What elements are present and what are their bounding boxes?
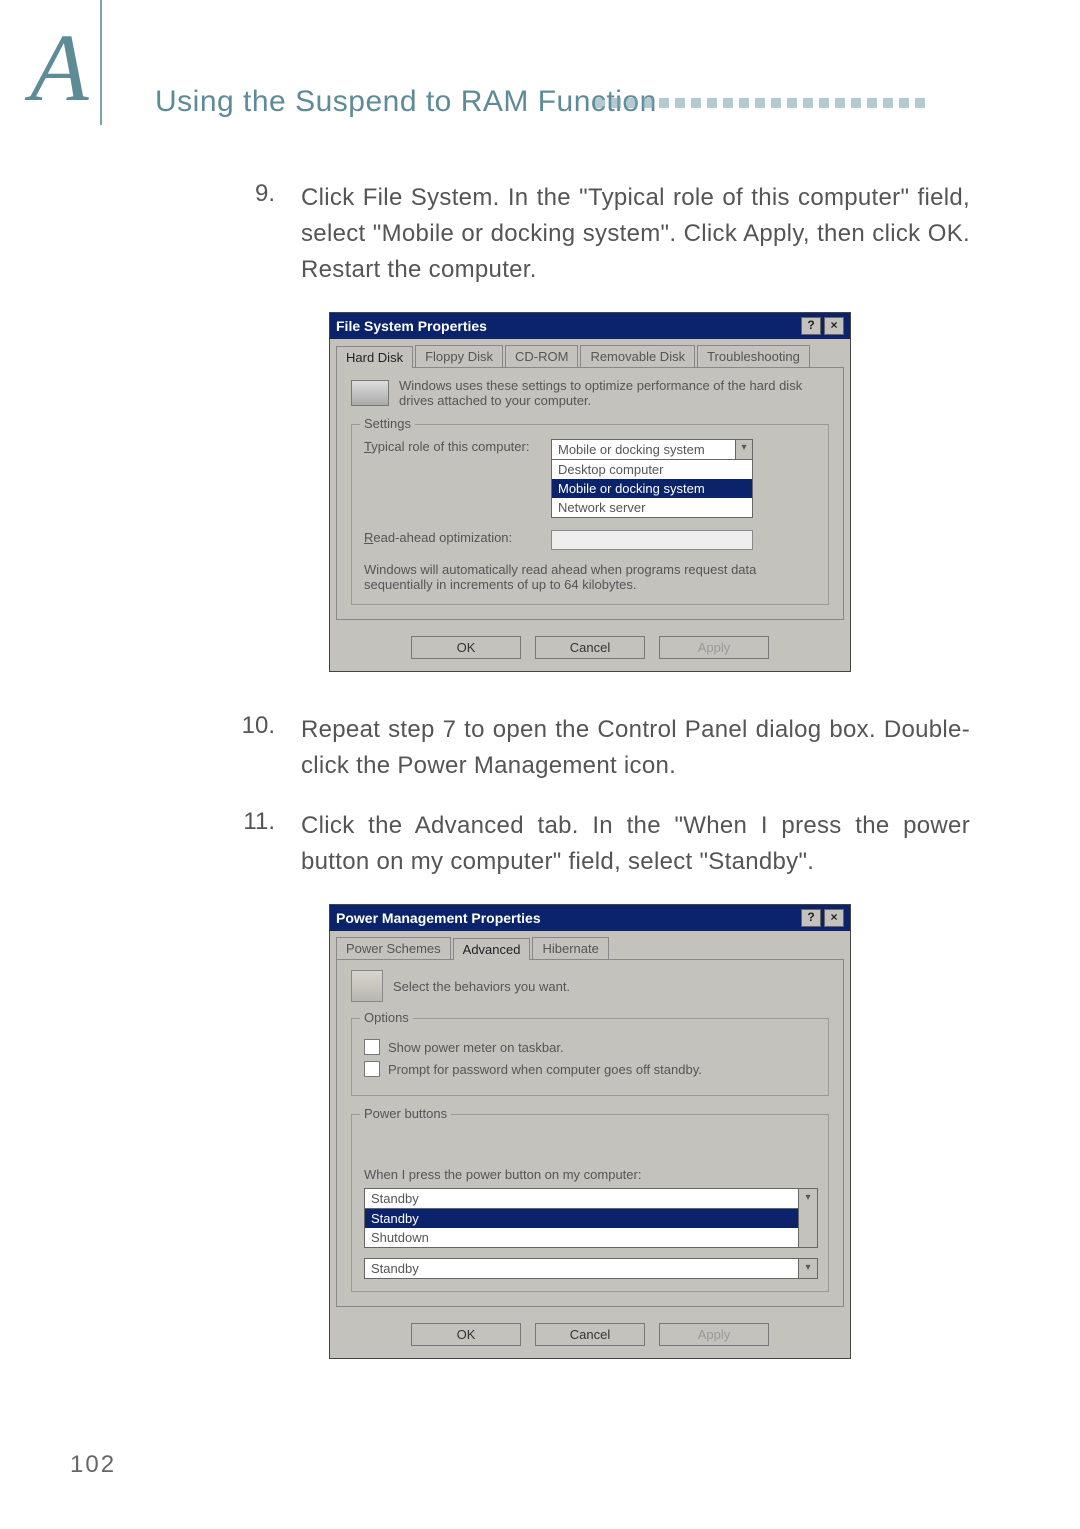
tab-cd-rom[interactable]: CD-ROM	[505, 345, 578, 367]
group-options-label: Options	[360, 1010, 413, 1025]
step-text: Repeat step 7 to open the Control Panel …	[301, 712, 970, 784]
typical-role-combo[interactable]: Mobile or docking system ▾ Desktop compu…	[551, 439, 753, 518]
close-button[interactable]: ×	[824, 317, 844, 335]
header-dots	[595, 98, 925, 108]
combo-option[interactable]: Shutdown	[365, 1228, 817, 1247]
checkbox-prompt-password[interactable]	[364, 1061, 380, 1077]
ok-button[interactable]: OK	[411, 636, 521, 659]
tab-hibernate[interactable]: Hibernate	[532, 937, 608, 959]
tab-hard-disk[interactable]: Hard Disk	[336, 346, 413, 368]
cancel-button[interactable]: Cancel	[535, 1323, 645, 1346]
ok-button[interactable]: OK	[411, 1323, 521, 1346]
step-number: 10.	[210, 712, 301, 784]
disk-icon	[351, 380, 389, 406]
step-text: Click the Advanced tab. In the "When I p…	[301, 808, 970, 880]
step-number: 9.	[210, 180, 301, 288]
typical-role-label: Typical role of this computer:	[364, 439, 539, 454]
dialog-intro-text: Select the behaviors you want.	[393, 979, 570, 994]
help-button[interactable]: ?	[801, 909, 821, 927]
combo-option-selected[interactable]: Mobile or docking system	[552, 479, 752, 498]
step-text: Click File System. In the "Typical role …	[301, 180, 970, 288]
tab-removable-disk[interactable]: Removable Disk	[580, 345, 695, 367]
figure-power-management-properties: Power Management Properties ? × Power Sc…	[329, 904, 851, 1359]
chevron-down-icon[interactable]: ▾	[798, 1259, 817, 1278]
tab-power-schemes[interactable]: Power Schemes	[336, 937, 451, 959]
dialog-title: Power Management Properties	[336, 910, 541, 926]
tab-troubleshooting[interactable]: Troubleshooting	[697, 345, 810, 367]
chevron-down-icon[interactable]: ▾	[735, 440, 752, 459]
header-rule	[100, 0, 102, 125]
checkbox-show-power-meter[interactable]	[364, 1039, 380, 1055]
power-button-action-combo[interactable]: Standby ▾ Standby Shutdown	[364, 1188, 818, 1248]
combo-selected: Mobile or docking system	[558, 442, 705, 457]
figure-file-system-properties: File System Properties ? × Hard Disk Flo…	[329, 312, 851, 672]
tab-advanced[interactable]: Advanced	[453, 938, 531, 960]
step-number: 11.	[210, 808, 301, 880]
cancel-button[interactable]: Cancel	[535, 636, 645, 659]
dialog-intro-text: Windows uses these settings to optimize …	[399, 378, 829, 408]
tab-floppy-disk[interactable]: Floppy Disk	[415, 345, 503, 367]
apply-button[interactable]: Apply	[659, 1323, 769, 1346]
dialog-title: File System Properties	[336, 318, 487, 334]
close-button[interactable]: ×	[824, 909, 844, 927]
page-number: 102	[70, 1451, 116, 1479]
read-ahead-label: Read-ahead optimization:	[364, 530, 539, 545]
help-button[interactable]: ?	[801, 317, 821, 335]
combo-option[interactable]: Desktop computer	[552, 460, 752, 479]
power-button-prompt: When I press the power button on my comp…	[364, 1167, 816, 1182]
appendix-mark: A	[30, 20, 89, 116]
combo-selected: Standby	[371, 1191, 419, 1206]
sleep-button-action-combo[interactable]: Standby ▾	[364, 1258, 818, 1279]
combo-option[interactable]: Network server	[552, 498, 752, 517]
power-plug-icon	[351, 970, 383, 1002]
group-power-buttons-label: Power buttons	[360, 1106, 451, 1121]
combo-option-selected[interactable]: Standby	[365, 1209, 817, 1228]
combo-selected: Standby	[371, 1261, 419, 1276]
apply-button[interactable]: Apply	[659, 636, 769, 659]
group-settings-label: Settings	[360, 416, 415, 431]
chevron-down-icon[interactable]: ▾	[798, 1189, 817, 1247]
checkbox-label: Show power meter on taskbar.	[388, 1040, 564, 1055]
section-title: Using the Suspend to RAM Function	[155, 85, 657, 119]
checkbox-label: Prompt for password when computer goes o…	[388, 1062, 702, 1077]
read-ahead-slider[interactable]	[551, 530, 753, 550]
read-ahead-note: Windows will automatically read ahead wh…	[364, 562, 816, 592]
